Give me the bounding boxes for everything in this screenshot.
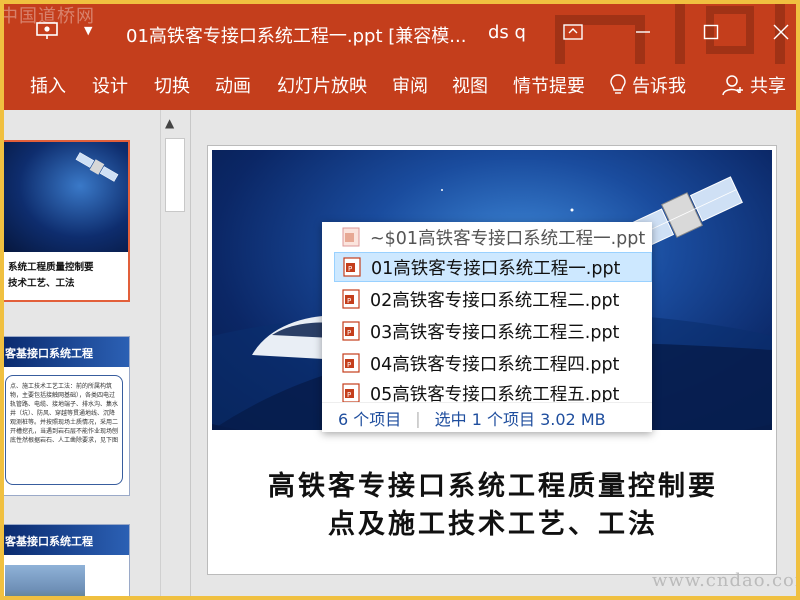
customize-toolbar-icon[interactable]: ▼ [84, 24, 92, 37]
watermark-bottom-right: www.cndao.com [652, 570, 800, 591]
present-from-start-icon[interactable] [36, 22, 58, 40]
thumbnail-3-header: 客基接口系统工程 [1, 525, 129, 555]
thumbnail-1-background [2, 142, 128, 252]
thumbnail-2-body: 点、施工技术工艺工法：前的所属构筑物，主要包括接触网基础），各类四电过轨管路、电… [5, 375, 123, 485]
slide-title-line-1: 高铁客专接口系统工程质量控制要 [268, 471, 718, 502]
person-icon [722, 75, 743, 96]
ppt-file-icon: P [342, 321, 360, 341]
tab-storyboard[interactable]: 情节提要 [513, 72, 585, 98]
file-item[interactable]: P 02高铁客专接口系统工程二.ppt [322, 284, 652, 314]
file-item[interactable]: P 03高铁客专接口系统工程三.ppt [322, 316, 652, 346]
ribbon-display-options-icon[interactable] [558, 18, 588, 46]
thumbnail-3-photo [5, 565, 85, 600]
item-count: 6 个项目 [338, 410, 402, 429]
tab-view[interactable]: 视图 [452, 72, 488, 98]
selection-info: 选中 1 个项目 3.02 MB [434, 410, 606, 429]
thumbnail-1-title: 系统工程质量控制要 技术工艺、工法 [8, 262, 94, 289]
slide-thumbnail-3[interactable]: 客基接口系统工程 [0, 524, 130, 600]
scrollbar-thumb[interactable] [165, 138, 185, 212]
slide-thumbnails-pane[interactable]: 系统工程质量控制要 技术工艺、工法 客基接口系统工程 点、施工技术工艺工法：前的… [0, 110, 160, 600]
thumbnail-2-header: 客基接口系统工程 [1, 337, 129, 367]
tab-insert[interactable]: 插入 [30, 72, 66, 98]
ppt-file-icon: P [343, 257, 361, 277]
tab-design[interactable]: 设计 [92, 72, 128, 98]
tell-me-box[interactable]: 告诉我 [610, 72, 686, 98]
file-item[interactable]: P 04高铁客专接口系统工程四.ppt [322, 348, 652, 378]
slide-title-line-2: 点及施工技术工艺、工法 [328, 509, 658, 540]
thumbnails-scrollbar[interactable]: ▲ [160, 110, 187, 600]
ppt-file-icon: P [342, 353, 360, 373]
pane-divider[interactable] [190, 110, 191, 600]
slide-thumbnail-2[interactable]: 客基接口系统工程 点、施工技术工艺工法：前的所属构筑物，主要包括接触网基础），各… [0, 336, 130, 496]
status-separator: | [415, 408, 421, 428]
tab-slideshow[interactable]: 幻灯片放映 [277, 72, 367, 98]
ppt-file-icon: P [342, 383, 360, 403]
ppt-file-icon: P [342, 289, 360, 309]
share-button[interactable]: 共享 [722, 72, 786, 98]
svg-text:P: P [347, 329, 351, 337]
slide-thumbnail-1[interactable]: 系统工程质量控制要 技术工艺、工法 [0, 140, 130, 302]
share-label: 共享 [750, 76, 786, 97]
tab-transitions[interactable]: 切换 [154, 72, 190, 98]
tab-animations[interactable]: 动画 [215, 72, 251, 98]
svg-text:P: P [348, 265, 352, 273]
svg-text:P: P [347, 361, 351, 369]
file-item-selected[interactable]: P 01高铁客专接口系统工程一.ppt [334, 252, 652, 282]
satellite-icon [75, 152, 119, 182]
tell-me-label: 告诉我 [632, 76, 686, 97]
svg-text:P: P [347, 297, 351, 305]
maximize-icon[interactable] [696, 18, 726, 46]
close-icon[interactable] [766, 18, 796, 46]
document-title: 01高铁客专接口系统工程一.ppt [兼容模... [126, 26, 467, 47]
ppt-file-icon [342, 227, 360, 247]
title-bar: 中国道桥网 ▼ 01高铁客专接口系统工程一.ppt [兼容模... ds q [0, 0, 800, 105]
file-list-popup[interactable]: ~$01高铁客专接口系统工程一.ppt P 01高铁客专接口系统工程一.ppt … [322, 222, 652, 432]
file-item-temp[interactable]: ~$01高铁客专接口系统工程一.ppt [322, 222, 652, 252]
svg-text:P: P [347, 391, 351, 399]
minimize-icon[interactable] [628, 18, 658, 46]
file-status-bar: 6 个项目 | 选中 1 个项目 3.02 MB [322, 402, 652, 432]
ribbon-tabs: 插入 设计 切换 动画 幻灯片放映 审阅 视图 情节提要 告诉我 共享 [0, 64, 800, 110]
tab-review[interactable]: 审阅 [392, 72, 428, 98]
lightbulb-icon [610, 74, 626, 94]
scroll-up-icon[interactable]: ▲ [165, 116, 174, 130]
user-name[interactable]: ds q [488, 22, 526, 43]
